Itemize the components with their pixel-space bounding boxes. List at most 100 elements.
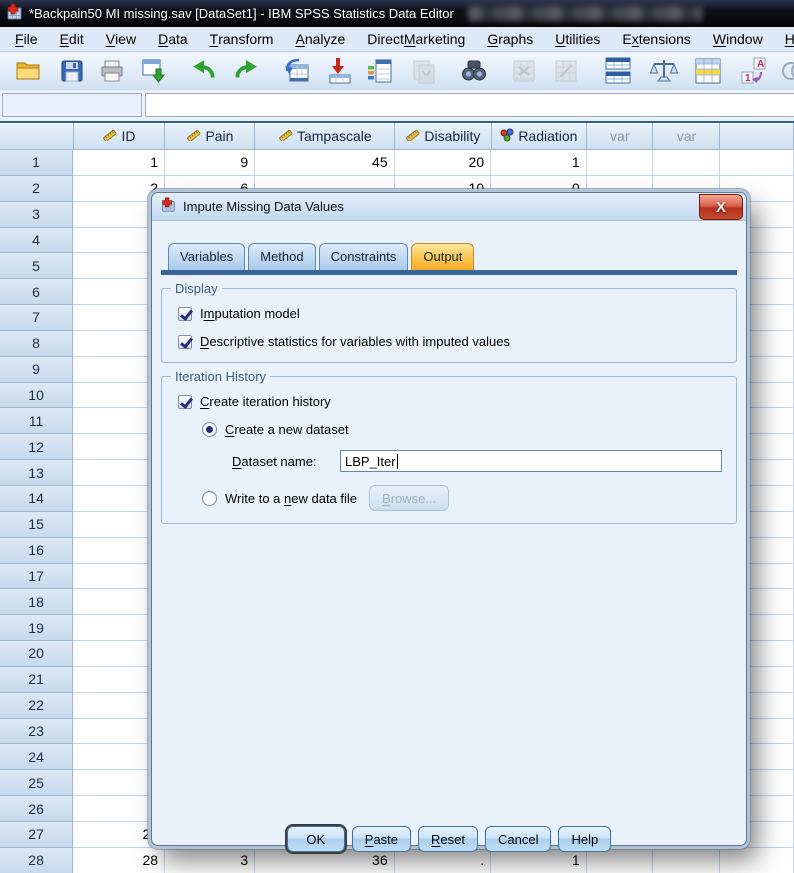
dialog-button-row: OK Paste Reset Cancel Help	[152, 826, 746, 852]
row-header-13[interactable]: 13	[0, 460, 73, 486]
paste-button[interactable]: Paste	[352, 826, 411, 852]
cell-content-editor[interactable]	[145, 93, 794, 117]
grid-cell[interactable]: 1	[73, 150, 165, 176]
menu-item-file[interactable]: File	[4, 27, 49, 51]
save-icon[interactable]	[56, 55, 88, 87]
write-new-data-file-option[interactable]: Write to a new data file	[202, 491, 357, 506]
insert-cases-icon[interactable]	[508, 55, 540, 87]
menu-item-help[interactable]: Help	[774, 27, 794, 51]
help-button[interactable]: Help	[558, 826, 611, 852]
find-icon[interactable]	[458, 55, 490, 87]
column-header-radiation[interactable]: Radiation	[492, 123, 588, 150]
reset-button[interactable]: Reset	[418, 826, 478, 852]
row-header-14[interactable]: 14	[0, 486, 73, 512]
ok-button[interactable]: OK	[287, 826, 345, 852]
cell-editor-bar	[0, 90, 794, 121]
recall-dialogs-icon[interactable]	[138, 55, 170, 87]
grid-cell[interactable]	[587, 150, 653, 176]
descriptive-stats-checkbox[interactable]	[178, 335, 192, 349]
tab-method[interactable]: Method	[248, 243, 315, 270]
row-header-23[interactable]: 23	[0, 719, 73, 745]
row-header-2[interactable]: 2	[0, 176, 73, 202]
menu-item-data[interactable]: Data	[147, 27, 199, 51]
variables-icon[interactable]	[364, 55, 396, 87]
imputation-model-checkbox-row[interactable]: Imputation model	[178, 306, 726, 321]
menu-item-utilities[interactable]: Utilities	[544, 27, 611, 51]
row-header-12[interactable]: 12	[0, 434, 73, 460]
grid-cell[interactable]: 1	[491, 150, 587, 176]
menu-item-window[interactable]: Window	[702, 27, 774, 51]
row-header-25[interactable]: 25	[0, 770, 73, 796]
value-labels-icon[interactable]	[692, 55, 724, 87]
menu-item-direct-marketing[interactable]: Direct Marketing	[356, 27, 476, 51]
row-header-8[interactable]: 8	[0, 331, 73, 357]
goto-case-icon[interactable]	[282, 55, 314, 87]
row-header-22[interactable]: 22	[0, 693, 73, 719]
menu-item-edit[interactable]: Edit	[49, 27, 95, 51]
row-header-11[interactable]: 11	[0, 408, 73, 434]
show-value-labels-icon[interactable]: A1	[738, 55, 770, 87]
column-header-var[interactable]: var	[653, 123, 720, 150]
descriptive-stats-checkbox-row[interactable]: Descriptive statistics for variables wit…	[178, 334, 726, 349]
cancel-button[interactable]: Cancel	[485, 826, 551, 852]
row-header-4[interactable]: 4	[0, 228, 73, 254]
create-new-dataset-radio[interactable]	[202, 422, 217, 437]
create-iteration-history-row[interactable]: Create iteration history	[178, 394, 726, 409]
row-header-26[interactable]: 26	[0, 796, 73, 822]
browse-button[interactable]: Browse...	[369, 485, 449, 511]
grid-cell[interactable]	[653, 150, 720, 176]
column-header-var[interactable]: var	[587, 123, 653, 150]
write-new-data-file-radio[interactable]	[202, 491, 217, 506]
row-header-28[interactable]: 28	[0, 848, 73, 873]
close-button[interactable]: X	[699, 194, 743, 220]
row-header-17[interactable]: 17	[0, 564, 73, 590]
menu-item-extensions[interactable]: Extensions	[611, 27, 702, 51]
menu-item-graphs[interactable]: Graphs	[476, 27, 544, 51]
row-header-5[interactable]: 5	[0, 253, 73, 279]
menu-item-analyze[interactable]: Analyze	[284, 27, 356, 51]
insert-variable-icon[interactable]	[550, 55, 582, 87]
column-header-disability[interactable]: Disability	[395, 123, 491, 150]
weight-cases-icon[interactable]	[648, 55, 680, 87]
row-header-19[interactable]: 19	[0, 615, 73, 641]
row-header-20[interactable]: 20	[0, 641, 73, 667]
row-header-3[interactable]: 3	[0, 202, 73, 228]
menu-item-transform[interactable]: Transform	[199, 27, 285, 51]
row-header-9[interactable]: 9	[0, 357, 73, 383]
redo-icon[interactable]	[230, 55, 262, 87]
grid-corner-cell[interactable]	[0, 123, 74, 150]
row-header-6[interactable]: 6	[0, 279, 73, 305]
tab-constraints[interactable]: Constraints	[319, 243, 409, 270]
row-header-16[interactable]: 16	[0, 538, 73, 564]
column-header-id[interactable]: ID	[74, 123, 166, 150]
goto-variable-icon[interactable]	[324, 55, 356, 87]
scale-measure-icon	[278, 128, 293, 144]
row-header-21[interactable]: 21	[0, 667, 73, 693]
grid-cell[interactable]: 45	[255, 150, 394, 176]
create-iteration-history-checkbox[interactable]	[178, 395, 192, 409]
variable-sets-icon[interactable]	[780, 55, 794, 87]
tab-variables[interactable]: Variables	[168, 243, 245, 270]
row-header-15[interactable]: 15	[0, 512, 73, 538]
imputation-model-checkbox[interactable]	[178, 307, 192, 321]
menu-item-view[interactable]: View	[95, 27, 147, 51]
open-data-icon[interactable]	[12, 55, 44, 87]
descriptives-icon[interactable]	[408, 55, 440, 87]
create-new-dataset-row[interactable]: Create a new dataset	[202, 422, 726, 437]
print-icon[interactable]	[96, 55, 128, 87]
grid-cell[interactable]: 20	[395, 150, 492, 176]
grid-cell[interactable]: 9	[165, 150, 255, 176]
cell-reference-box[interactable]	[2, 93, 142, 117]
row-header-7[interactable]: 7	[0, 305, 73, 331]
row-header-18[interactable]: 18	[0, 589, 73, 615]
row-header-24[interactable]: 24	[0, 744, 73, 770]
undo-icon[interactable]	[188, 55, 220, 87]
column-header-tampascale[interactable]: Tampascale	[255, 123, 395, 150]
row-header-1[interactable]: 1	[0, 150, 73, 176]
tab-output[interactable]: Output	[411, 243, 474, 270]
row-header-10[interactable]: 10	[0, 383, 73, 409]
split-file-icon[interactable]	[602, 55, 634, 87]
dataset-name-input[interactable]: LBP_Iter	[340, 450, 722, 472]
column-header-pain[interactable]: Pain	[165, 123, 255, 150]
row-header-27[interactable]: 27	[0, 822, 73, 848]
